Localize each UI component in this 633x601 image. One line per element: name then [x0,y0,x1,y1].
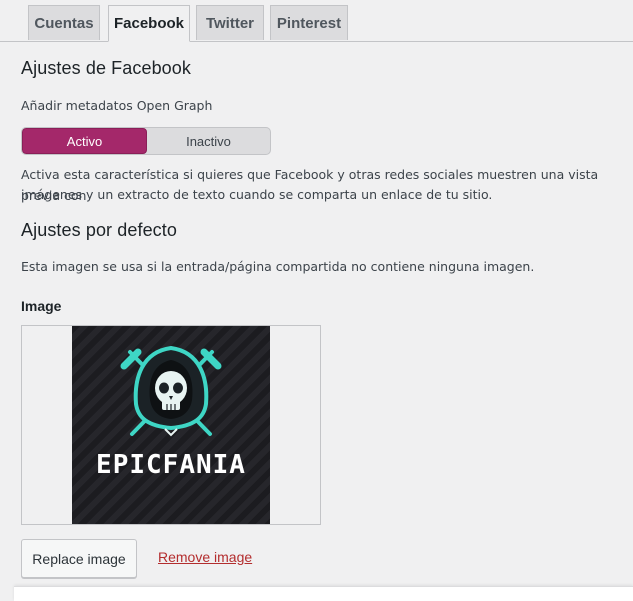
tab-facebook[interactable]: Facebook [108,5,190,42]
epicfania-logo-image: EPICFANIA [72,326,270,524]
settings-tabs: Cuentas Facebook Twitter Pinterest [0,0,633,42]
replace-image-button[interactable]: Replace image [21,539,137,578]
toggle-inactivo-button[interactable]: Inactivo [147,128,270,154]
logo-wordmark: EPICFANIA [96,450,246,480]
tab-twitter[interactable]: Twitter [196,5,264,40]
open-graph-toggle: Activo Inactivo [21,127,271,155]
tab-pinterest[interactable]: Pinterest [270,5,348,40]
facebook-settings-heading: Ajustes de Facebook [21,58,191,78]
bottom-panel-edge [14,586,633,601]
skull-hood-emblem-icon [120,345,222,437]
default-settings-heading: Ajustes por defecto [21,220,177,240]
default-image-description: Esta imagen se usa si la entrada/página … [21,259,535,274]
tab-cuentas[interactable]: Cuentas [28,5,100,40]
image-label: Image [21,298,62,314]
default-image-preview: EPICFANIA [21,325,321,525]
remove-image-link[interactable]: Remove image [158,549,252,565]
open-graph-label: Añadir metadatos Open Graph [21,98,213,113]
toggle-activo-button[interactable]: Activo [22,128,147,154]
facebook-description-line2: imágenes y un extracto de texto cuando s… [21,187,493,202]
